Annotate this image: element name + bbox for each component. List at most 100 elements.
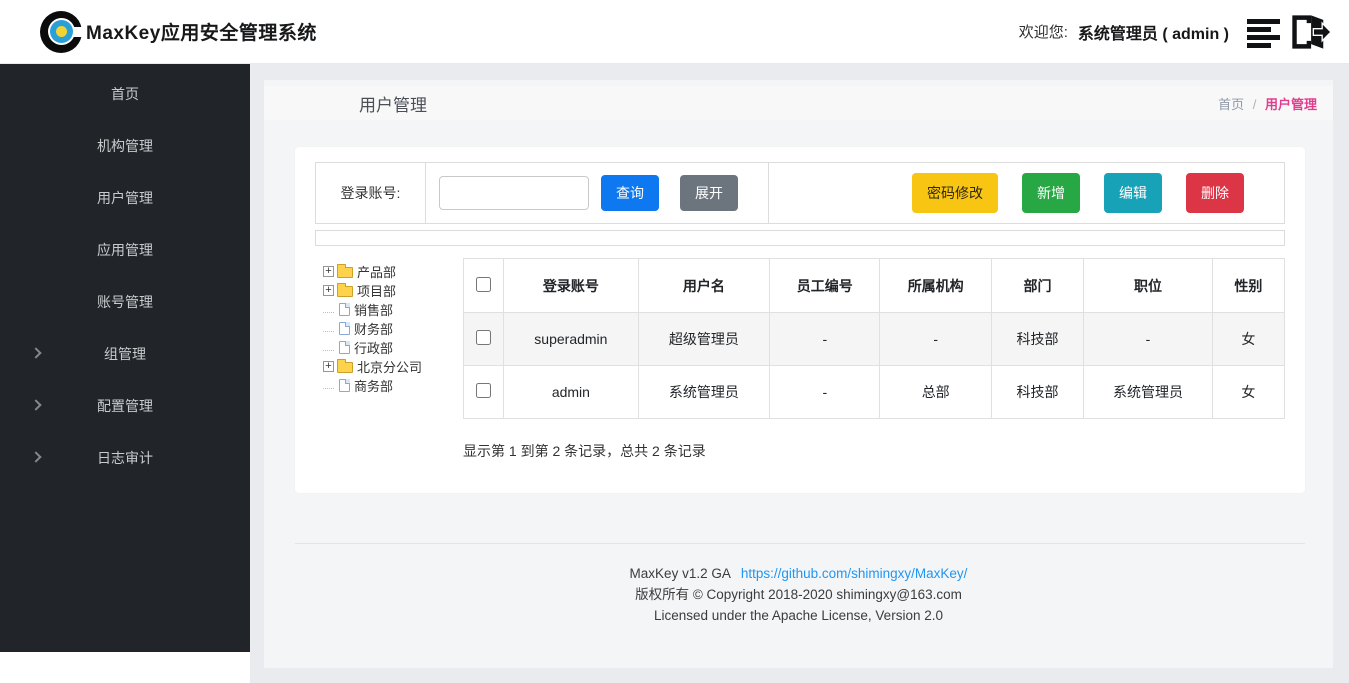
tree-node-label[interactable]: 北京分公司 bbox=[357, 357, 422, 376]
table-row-admin[interactable]: admin 系统管理员 - 总部 科技部 系统管理员 女 bbox=[464, 366, 1285, 419]
column-header-position[interactable]: 职位 bbox=[1084, 259, 1212, 313]
chevron-right-icon bbox=[30, 399, 41, 410]
breadcrumb-separator: / bbox=[1253, 97, 1257, 112]
tree-expand-icon[interactable] bbox=[323, 266, 334, 277]
sidebar-item-app-management[interactable]: 应用管理 bbox=[0, 224, 250, 276]
tree-node-label[interactable]: 商务部 bbox=[354, 376, 393, 395]
select-all-checkbox[interactable] bbox=[476, 277, 491, 292]
tree-node[interactable]: 行政部 bbox=[323, 338, 463, 357]
sidebar-item-label: 组管理 bbox=[104, 344, 146, 364]
tree-node-label[interactable]: 产品部 bbox=[357, 262, 396, 281]
tree-expand-icon[interactable] bbox=[323, 361, 334, 372]
tree-connector bbox=[323, 344, 334, 351]
file-icon bbox=[339, 303, 350, 316]
cell-organization: - bbox=[880, 313, 991, 366]
action-buttons: 密码修改 新增 编辑 删除 bbox=[769, 163, 1284, 223]
welcome-label: 欢迎您: bbox=[1019, 21, 1068, 42]
sidebar-item-home[interactable]: 首页 bbox=[0, 68, 250, 120]
content-wrapper: 用户管理 首页 / 用户管理 登录账号: 查询 展开 密码修改 新增 编辑 bbox=[264, 80, 1333, 668]
footer-version: MaxKey v1.2 GA bbox=[630, 566, 731, 581]
tree-node-label[interactable]: 项目部 bbox=[357, 281, 396, 300]
sidebar-item-config-management[interactable]: 配置管理 bbox=[0, 380, 250, 432]
column-header-username[interactable]: 用户名 bbox=[638, 259, 769, 313]
row-checkbox[interactable] bbox=[476, 383, 491, 398]
organization-tree: 产品部 项目部 销售部 财务部 行政部 北京分公司 商务部 bbox=[315, 258, 463, 395]
search-query-cell: 查询 展开 bbox=[426, 163, 769, 223]
select-all-cell bbox=[464, 259, 504, 313]
maxkey-logo-icon bbox=[38, 9, 84, 55]
sidebar-item-label: 用户管理 bbox=[97, 188, 153, 208]
brand: MaxKey应用安全管理系统 bbox=[38, 9, 317, 55]
column-header-employee-id[interactable]: 员工编号 bbox=[770, 259, 880, 313]
folder-icon bbox=[337, 286, 353, 297]
sidebar-item-label: 机构管理 bbox=[97, 136, 153, 156]
cell-department: 科技部 bbox=[991, 366, 1083, 419]
tree-node[interactable]: 销售部 bbox=[323, 300, 463, 319]
users-table: 登录账号 用户名 员工编号 所属机构 部门 职位 性别 superadmin bbox=[463, 258, 1285, 419]
user-management-panel: 登录账号: 查询 展开 密码修改 新增 编辑 删除 产品部 项目 bbox=[295, 147, 1305, 493]
tree-connector bbox=[323, 382, 334, 389]
logout-icon[interactable] bbox=[1289, 13, 1331, 51]
chevron-right-icon bbox=[30, 347, 41, 358]
column-header-organization[interactable]: 所属机构 bbox=[880, 259, 991, 313]
file-icon bbox=[339, 379, 350, 392]
change-password-button[interactable]: 密码修改 bbox=[912, 173, 998, 213]
menu-list-icon[interactable] bbox=[1247, 16, 1285, 48]
cell-username: 系统管理员 bbox=[638, 366, 769, 419]
sidebar-item-org-management[interactable]: 机构管理 bbox=[0, 120, 250, 172]
cell-login-account: superadmin bbox=[504, 313, 638, 366]
column-header-department[interactable]: 部门 bbox=[991, 259, 1083, 313]
folder-icon bbox=[337, 267, 353, 278]
row-select-cell bbox=[464, 366, 504, 419]
brand-title: MaxKey应用安全管理系统 bbox=[86, 18, 317, 45]
table-toolbar-strip bbox=[315, 230, 1285, 246]
login-account-input[interactable] bbox=[439, 176, 589, 210]
row-select-cell bbox=[464, 313, 504, 366]
cell-position: - bbox=[1084, 313, 1212, 366]
tree-node[interactable]: 产品部 bbox=[323, 262, 463, 281]
tree-connector bbox=[323, 325, 334, 332]
cell-gender: 女 bbox=[1212, 366, 1284, 419]
file-icon bbox=[339, 341, 350, 354]
tree-connector bbox=[323, 306, 334, 313]
row-checkbox[interactable] bbox=[476, 330, 491, 345]
tree-node[interactable]: 北京分公司 bbox=[323, 357, 463, 376]
tree-node-label[interactable]: 行政部 bbox=[354, 338, 393, 357]
sidebar-item-group-management[interactable]: 组管理 bbox=[0, 328, 250, 380]
cell-login-account: admin bbox=[504, 366, 638, 419]
table-header-row: 登录账号 用户名 员工编号 所属机构 部门 职位 性别 bbox=[464, 259, 1285, 313]
tree-node[interactable]: 商务部 bbox=[323, 376, 463, 395]
edit-button[interactable]: 编辑 bbox=[1104, 173, 1162, 213]
delete-button[interactable]: 删除 bbox=[1186, 173, 1244, 213]
sidebar-item-label: 应用管理 bbox=[97, 240, 153, 260]
column-header-gender[interactable]: 性别 bbox=[1212, 259, 1284, 313]
cell-username: 超级管理员 bbox=[638, 313, 769, 366]
sidebar-item-label: 配置管理 bbox=[97, 396, 153, 416]
cell-employee-id: - bbox=[770, 313, 880, 366]
expand-button[interactable]: 展开 bbox=[680, 175, 738, 211]
tree-node-label[interactable]: 财务部 bbox=[354, 319, 393, 338]
sidebar: 首页 机构管理 用户管理 应用管理 账号管理 组管理 配置管理 日志审计 bbox=[0, 64, 250, 652]
breadcrumb-current: 用户管理 bbox=[1265, 97, 1317, 112]
folder-icon bbox=[337, 362, 353, 373]
github-link[interactable]: https://github.com/shimingxy/MaxKey/ bbox=[741, 566, 968, 581]
user-area: 欢迎您: 系统管理员 ( admin ) bbox=[1019, 13, 1331, 51]
cell-employee-id: - bbox=[770, 366, 880, 419]
breadcrumb-home-link[interactable]: 首页 bbox=[1218, 97, 1244, 112]
footer-copyright: 版权所有 © Copyright 2018-2020 shimingxy@163… bbox=[264, 584, 1333, 605]
tree-expand-icon[interactable] bbox=[323, 285, 334, 296]
sidebar-item-account-management[interactable]: 账号管理 bbox=[0, 276, 250, 328]
sidebar-item-log-audit[interactable]: 日志审计 bbox=[0, 432, 250, 484]
sidebar-item-user-management[interactable]: 用户管理 bbox=[0, 172, 250, 224]
column-header-login-account[interactable]: 登录账号 bbox=[504, 259, 638, 313]
query-button[interactable]: 查询 bbox=[601, 175, 659, 211]
file-icon bbox=[339, 322, 350, 335]
footer-divider bbox=[295, 543, 1305, 544]
add-button[interactable]: 新增 bbox=[1022, 173, 1080, 213]
cell-gender: 女 bbox=[1212, 313, 1284, 366]
tree-node-label[interactable]: 销售部 bbox=[354, 300, 393, 319]
tree-node[interactable]: 项目部 bbox=[323, 281, 463, 300]
chevron-right-icon bbox=[30, 451, 41, 462]
table-row-superadmin[interactable]: superadmin 超级管理员 - - 科技部 - 女 bbox=[464, 313, 1285, 366]
tree-node[interactable]: 财务部 bbox=[323, 319, 463, 338]
